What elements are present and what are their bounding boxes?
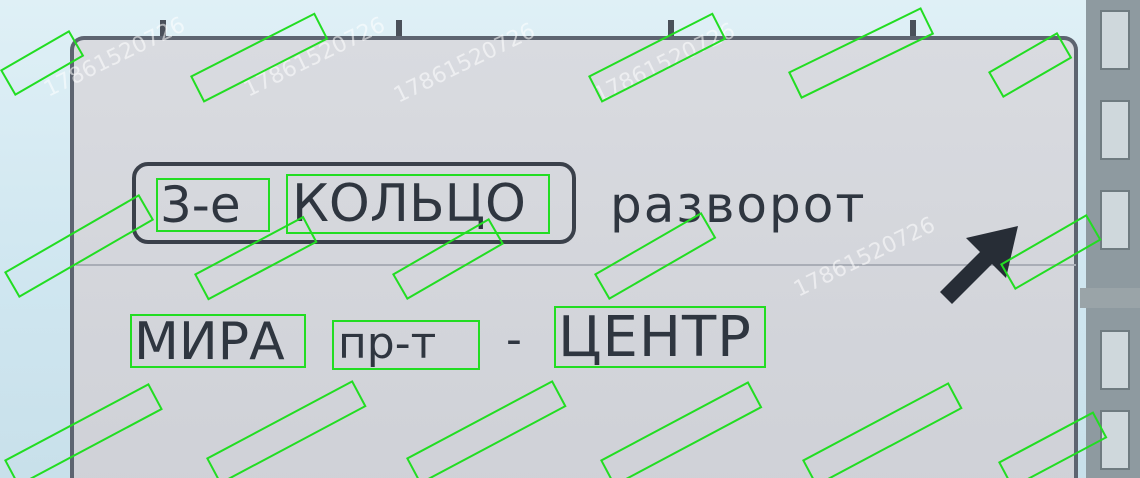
text-detection-box: [156, 178, 270, 232]
text-detection-box: [554, 306, 766, 368]
building-window: [1100, 410, 1130, 470]
street-sign-photo: 3-е КОЛЬЦО разворот МИРА пр-т - ЦЕНТР 17…: [0, 0, 1140, 478]
building-window: [1100, 330, 1130, 390]
building-window: [1100, 10, 1130, 70]
building-window: [1100, 190, 1130, 250]
sign-pole-arm: [1080, 288, 1140, 308]
separator-text: -: [506, 314, 522, 365]
text-detection-box: [332, 320, 480, 370]
building-window: [1100, 100, 1130, 160]
text-detection-box: [286, 174, 550, 234]
turn-label-text: разворот: [610, 176, 867, 234]
text-detection-box: [130, 314, 306, 368]
